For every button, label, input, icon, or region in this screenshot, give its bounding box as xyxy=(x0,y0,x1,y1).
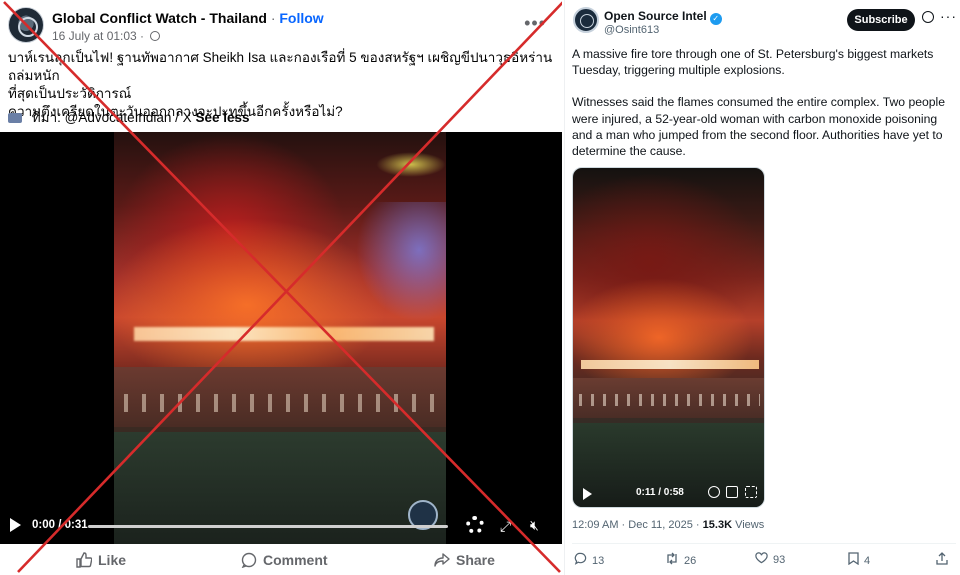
like-thumb-icon xyxy=(76,552,93,568)
share-upload-icon xyxy=(936,552,948,568)
comment-label: Comment xyxy=(263,552,328,568)
account-avatar[interactable] xyxy=(573,7,599,33)
post-header: Global Conflict Watch - Thailand · Follo… xyxy=(8,7,554,47)
neon-glow xyxy=(356,202,446,322)
globe-icon xyxy=(150,31,161,41)
more-options-icon[interactable]: ··· xyxy=(940,8,957,24)
comment-bubble-icon xyxy=(241,552,257,569)
account-handle[interactable]: @Osint613 xyxy=(604,24,659,36)
bookmark-button[interactable]: 4 xyxy=(848,552,870,568)
page-name-row: Global Conflict Watch - Thailand · Follo… xyxy=(52,10,324,26)
video-player[interactable]: 0:11 / 0:58 xyxy=(572,167,765,508)
building-windows xyxy=(124,394,434,412)
settings-gear-icon[interactable] xyxy=(466,516,484,534)
share-button[interactable] xyxy=(936,552,953,568)
display-name[interactable]: Open Source Intel xyxy=(604,9,707,23)
bookmark-count: 4 xyxy=(864,555,871,567)
verified-badge-icon: ✓ xyxy=(709,13,722,25)
subscribe-button[interactable]: Subscribe xyxy=(847,9,915,31)
play-icon[interactable] xyxy=(10,518,21,532)
share-label: Share xyxy=(456,552,495,568)
post-source: ที่มา: @AdvocateIndian / X See less xyxy=(8,106,250,128)
views-label: Views xyxy=(735,519,765,531)
divider xyxy=(572,543,956,544)
repost-icon xyxy=(665,552,679,568)
video-controls: 0:00 / 0:31 ⤢ 🔇︎ xyxy=(0,512,562,540)
post-actions: 13 26 93 4 xyxy=(572,550,956,570)
reply-button[interactable]: 13 xyxy=(574,552,604,568)
like-label: Like xyxy=(98,552,127,568)
fullscreen-icon[interactable] xyxy=(745,486,757,498)
post-date[interactable]: 16 July at 01:03 · xyxy=(52,29,144,43)
post-timestamp[interactable]: 12:09 AM · Dec 11, 2025 · xyxy=(572,519,700,531)
video-time: 0:11 / 0:58 xyxy=(636,487,684,498)
more-options-icon[interactable]: ••• xyxy=(524,13,546,34)
video-time: 0:00 / 0:31 xyxy=(32,519,88,531)
like-count: 93 xyxy=(773,554,786,566)
like-button[interactable]: Like xyxy=(76,552,126,568)
share-arrow-icon xyxy=(434,552,450,568)
see-less-link[interactable]: See less xyxy=(195,110,249,125)
video-progress-track[interactable] xyxy=(88,525,448,528)
building-windows xyxy=(579,394,760,406)
light-glow xyxy=(376,152,446,177)
reply-count: 13 xyxy=(592,555,605,567)
video-player[interactable] xyxy=(0,132,562,544)
reply-bubble-icon xyxy=(574,552,587,568)
facebook-post: Global Conflict Watch - Thailand · Follo… xyxy=(0,0,562,575)
video-frame[interactable] xyxy=(114,132,446,544)
fire-line xyxy=(134,327,434,341)
source-text: ที่มา: @AdvocateIndian / X xyxy=(31,110,192,125)
video-controls: 0:11 / 0:58 xyxy=(573,484,764,504)
heart-icon xyxy=(755,552,768,567)
fire-line xyxy=(581,360,759,369)
mute-icon[interactable]: 🔇︎ xyxy=(530,517,539,534)
follow-button[interactable]: Follow xyxy=(279,10,323,26)
like-button[interactable]: 93 xyxy=(755,552,785,567)
bookmark-icon xyxy=(848,552,859,568)
picture-in-picture-icon[interactable] xyxy=(726,486,738,498)
post-actions: Like Comment Share xyxy=(0,545,562,575)
repost-count: 26 xyxy=(684,555,697,567)
name-separator: · xyxy=(270,10,276,26)
expand-icon[interactable]: ⤢ xyxy=(500,518,511,535)
share-button[interactable]: Share xyxy=(434,552,495,568)
repost-button[interactable]: 26 xyxy=(665,552,696,568)
post-paragraph: Witnesses said the flames consumed the e… xyxy=(572,95,946,159)
post-meta: 16 July at 01:03 · xyxy=(52,29,161,43)
comment-button[interactable]: Comment xyxy=(241,552,328,569)
settings-icon[interactable] xyxy=(708,486,720,498)
post-text: A massive fire tore through one of St. P… xyxy=(572,46,956,159)
grok-icon[interactable] xyxy=(922,11,934,23)
page-avatar[interactable] xyxy=(8,7,44,43)
post-meta: 12:09 AM · Dec 11, 2025 · 15.3K Views xyxy=(572,519,764,531)
display-name-row: Open Source Intel ✓ xyxy=(604,9,722,25)
post-paragraph: A massive fire tore through one of St. P… xyxy=(572,47,934,78)
x-post: Open Source Intel ✓ @Osint613 Subscribe ·… xyxy=(564,0,960,575)
camera-icon xyxy=(8,113,22,123)
post-text-line: ที่สุดเป็นประวัติการณ์ xyxy=(8,86,132,101)
play-icon[interactable] xyxy=(583,488,592,500)
page-name[interactable]: Global Conflict Watch - Thailand xyxy=(52,10,267,26)
views-count: 15.3K xyxy=(702,519,733,531)
post-text-line: บาห์เรนลุกเป็นไฟ! ฐานทัพอากาศ Sheikh Isa… xyxy=(8,50,553,83)
